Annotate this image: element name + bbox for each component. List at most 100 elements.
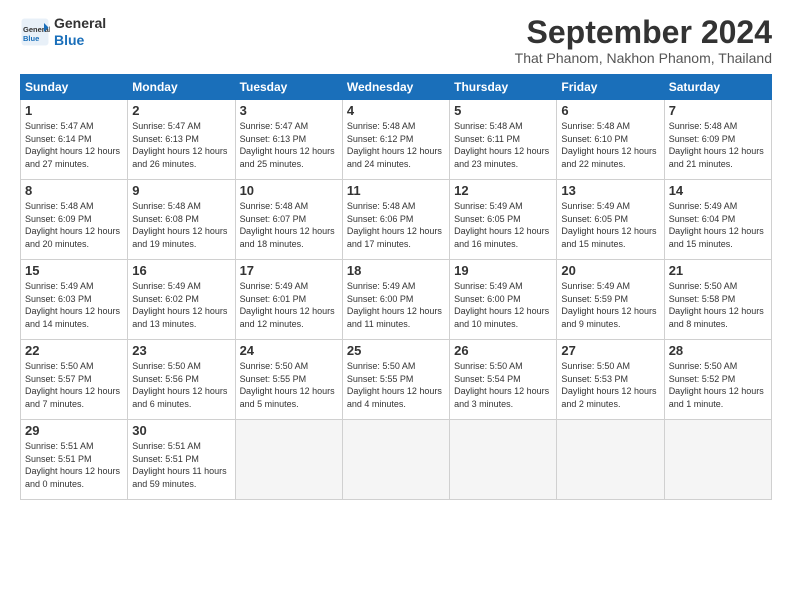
logo-line1: General	[54, 15, 106, 31]
day-info: Sunrise: 5:48 AMSunset: 6:11 PMDaylight …	[454, 120, 552, 170]
day-cell: 5 Sunrise: 5:48 AMSunset: 6:11 PMDayligh…	[450, 100, 557, 180]
day-number: 28	[669, 343, 767, 358]
day-cell: 19 Sunrise: 5:49 AMSunset: 6:00 PMDaylig…	[450, 260, 557, 340]
day-number: 15	[25, 263, 123, 278]
day-cell: 12 Sunrise: 5:49 AMSunset: 6:05 PMDaylig…	[450, 180, 557, 260]
month-title: September 2024	[515, 15, 772, 50]
day-number: 10	[240, 183, 338, 198]
week-row-4: 29 Sunrise: 5:51 AMSunset: 5:51 PMDaylig…	[21, 420, 772, 500]
subtitle: That Phanom, Nakhon Phanom, Thailand	[515, 50, 772, 66]
calendar-table: SundayMondayTuesdayWednesdayThursdayFrid…	[20, 74, 772, 500]
day-cell: 23 Sunrise: 5:50 AMSunset: 5:56 PMDaylig…	[128, 340, 235, 420]
day-cell: 27 Sunrise: 5:50 AMSunset: 5:53 PMDaylig…	[557, 340, 664, 420]
day-cell: 10 Sunrise: 5:48 AMSunset: 6:07 PMDaylig…	[235, 180, 342, 260]
day-number: 22	[25, 343, 123, 358]
day-info: Sunrise: 5:48 AMSunset: 6:07 PMDaylight …	[240, 200, 338, 250]
day-info: Sunrise: 5:50 AMSunset: 5:57 PMDaylight …	[25, 360, 123, 410]
day-cell: 20 Sunrise: 5:49 AMSunset: 5:59 PMDaylig…	[557, 260, 664, 340]
day-cell: 11 Sunrise: 5:48 AMSunset: 6:06 PMDaylig…	[342, 180, 449, 260]
day-info: Sunrise: 5:48 AMSunset: 6:12 PMDaylight …	[347, 120, 445, 170]
day-info: Sunrise: 5:48 AMSunset: 6:09 PMDaylight …	[25, 200, 123, 250]
day-number: 11	[347, 183, 445, 198]
page: General Blue General Blue September 2024…	[0, 0, 792, 612]
header-tuesday: Tuesday	[235, 75, 342, 100]
day-cell: 29 Sunrise: 5:51 AMSunset: 5:51 PMDaylig…	[21, 420, 128, 500]
header: General Blue General Blue September 2024…	[20, 15, 772, 66]
day-cell: 15 Sunrise: 5:49 AMSunset: 6:03 PMDaylig…	[21, 260, 128, 340]
day-cell: 7 Sunrise: 5:48 AMSunset: 6:09 PMDayligh…	[664, 100, 771, 180]
day-number: 1	[25, 103, 123, 118]
day-number: 24	[240, 343, 338, 358]
header-friday: Friday	[557, 75, 664, 100]
day-info: Sunrise: 5:50 AMSunset: 5:55 PMDaylight …	[347, 360, 445, 410]
day-info: Sunrise: 5:49 AMSunset: 6:05 PMDaylight …	[561, 200, 659, 250]
day-cell: 24 Sunrise: 5:50 AMSunset: 5:55 PMDaylig…	[235, 340, 342, 420]
day-info: Sunrise: 5:48 AMSunset: 6:08 PMDaylight …	[132, 200, 230, 250]
title-section: September 2024 That Phanom, Nakhon Phano…	[515, 15, 772, 66]
day-info: Sunrise: 5:49 AMSunset: 6:00 PMDaylight …	[454, 280, 552, 330]
day-cell: 17 Sunrise: 5:49 AMSunset: 6:01 PMDaylig…	[235, 260, 342, 340]
day-cell	[450, 420, 557, 500]
day-cell: 25 Sunrise: 5:50 AMSunset: 5:55 PMDaylig…	[342, 340, 449, 420]
day-info: Sunrise: 5:50 AMSunset: 5:55 PMDaylight …	[240, 360, 338, 410]
day-cell: 8 Sunrise: 5:48 AMSunset: 6:09 PMDayligh…	[21, 180, 128, 260]
day-number: 18	[347, 263, 445, 278]
week-row-2: 15 Sunrise: 5:49 AMSunset: 6:03 PMDaylig…	[21, 260, 772, 340]
day-info: Sunrise: 5:50 AMSunset: 5:54 PMDaylight …	[454, 360, 552, 410]
day-number: 2	[132, 103, 230, 118]
header-wednesday: Wednesday	[342, 75, 449, 100]
logo-line2: Blue	[54, 32, 84, 48]
day-number: 3	[240, 103, 338, 118]
day-number: 16	[132, 263, 230, 278]
day-cell: 1 Sunrise: 5:47 AMSunset: 6:14 PMDayligh…	[21, 100, 128, 180]
day-number: 27	[561, 343, 659, 358]
day-info: Sunrise: 5:48 AMSunset: 6:06 PMDaylight …	[347, 200, 445, 250]
logo-icon: General Blue	[20, 17, 50, 47]
day-cell: 14 Sunrise: 5:49 AMSunset: 6:04 PMDaylig…	[664, 180, 771, 260]
day-cell: 9 Sunrise: 5:48 AMSunset: 6:08 PMDayligh…	[128, 180, 235, 260]
day-number: 14	[669, 183, 767, 198]
day-cell	[235, 420, 342, 500]
day-cell	[342, 420, 449, 500]
day-cell: 18 Sunrise: 5:49 AMSunset: 6:00 PMDaylig…	[342, 260, 449, 340]
day-info: Sunrise: 5:47 AMSunset: 6:13 PMDaylight …	[132, 120, 230, 170]
day-cell: 6 Sunrise: 5:48 AMSunset: 6:10 PMDayligh…	[557, 100, 664, 180]
day-number: 19	[454, 263, 552, 278]
day-info: Sunrise: 5:48 AMSunset: 6:09 PMDaylight …	[669, 120, 767, 170]
day-number: 25	[347, 343, 445, 358]
week-row-1: 8 Sunrise: 5:48 AMSunset: 6:09 PMDayligh…	[21, 180, 772, 260]
day-info: Sunrise: 5:51 AMSunset: 5:51 PMDaylight …	[25, 440, 123, 490]
day-info: Sunrise: 5:49 AMSunset: 6:04 PMDaylight …	[669, 200, 767, 250]
day-cell	[557, 420, 664, 500]
day-info: Sunrise: 5:49 AMSunset: 6:02 PMDaylight …	[132, 280, 230, 330]
day-cell: 26 Sunrise: 5:50 AMSunset: 5:54 PMDaylig…	[450, 340, 557, 420]
day-info: Sunrise: 5:48 AMSunset: 6:10 PMDaylight …	[561, 120, 659, 170]
header-sunday: Sunday	[21, 75, 128, 100]
day-info: Sunrise: 5:47 AMSunset: 6:13 PMDaylight …	[240, 120, 338, 170]
header-thursday: Thursday	[450, 75, 557, 100]
day-number: 7	[669, 103, 767, 118]
day-info: Sunrise: 5:49 AMSunset: 6:00 PMDaylight …	[347, 280, 445, 330]
day-cell: 4 Sunrise: 5:48 AMSunset: 6:12 PMDayligh…	[342, 100, 449, 180]
day-number: 20	[561, 263, 659, 278]
day-info: Sunrise: 5:49 AMSunset: 6:05 PMDaylight …	[454, 200, 552, 250]
day-number: 4	[347, 103, 445, 118]
header-saturday: Saturday	[664, 75, 771, 100]
day-number: 5	[454, 103, 552, 118]
day-info: Sunrise: 5:49 AMSunset: 6:03 PMDaylight …	[25, 280, 123, 330]
day-number: 21	[669, 263, 767, 278]
week-row-3: 22 Sunrise: 5:50 AMSunset: 5:57 PMDaylig…	[21, 340, 772, 420]
day-info: Sunrise: 5:51 AMSunset: 5:51 PMDaylight …	[132, 440, 230, 490]
day-number: 23	[132, 343, 230, 358]
day-cell	[664, 420, 771, 500]
day-number: 17	[240, 263, 338, 278]
day-number: 12	[454, 183, 552, 198]
day-cell: 3 Sunrise: 5:47 AMSunset: 6:13 PMDayligh…	[235, 100, 342, 180]
day-info: Sunrise: 5:50 AMSunset: 5:52 PMDaylight …	[669, 360, 767, 410]
day-info: Sunrise: 5:49 AMSunset: 5:59 PMDaylight …	[561, 280, 659, 330]
day-number: 29	[25, 423, 123, 438]
header-row: SundayMondayTuesdayWednesdayThursdayFrid…	[21, 75, 772, 100]
day-number: 6	[561, 103, 659, 118]
week-row-0: 1 Sunrise: 5:47 AMSunset: 6:14 PMDayligh…	[21, 100, 772, 180]
day-info: Sunrise: 5:49 AMSunset: 6:01 PMDaylight …	[240, 280, 338, 330]
